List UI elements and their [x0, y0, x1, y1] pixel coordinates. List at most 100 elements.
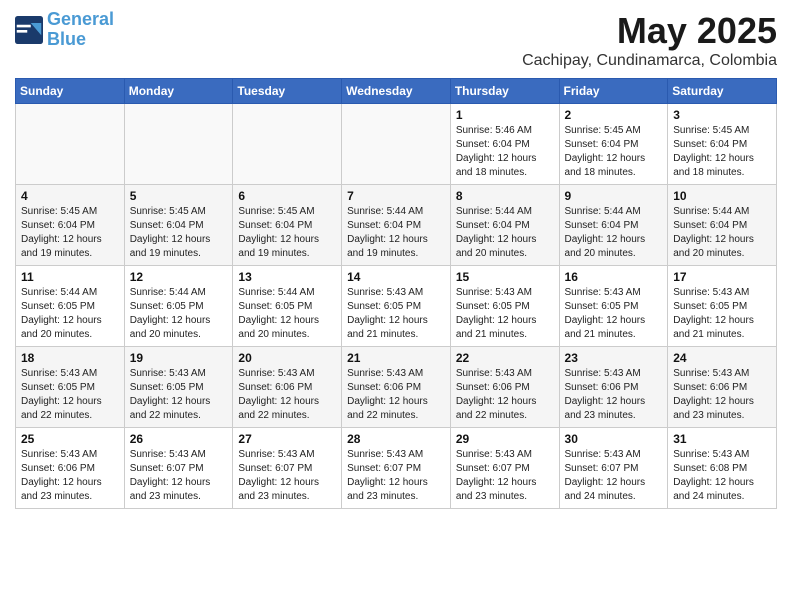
subtitle: Cachipay, Cundinamarca, Colombia	[522, 52, 777, 70]
day-info: Sunrise: 5:44 AM Sunset: 6:05 PM Dayligh…	[21, 286, 119, 342]
day-info: Sunrise: 5:43 AM Sunset: 6:05 PM Dayligh…	[347, 286, 445, 342]
calendar-cell: 23 Sunrise: 5:43 AM Sunset: 6:06 PM Dayli…	[559, 347, 668, 428]
day-number: 8	[456, 189, 554, 203]
day-number: 7	[347, 189, 445, 203]
day-info: Sunrise: 5:44 AM Sunset: 6:04 PM Dayligh…	[673, 205, 771, 261]
day-info: Sunrise: 5:43 AM Sunset: 6:06 PM Dayligh…	[673, 367, 771, 423]
calendar-cell: 15 Sunrise: 5:43 AM Sunset: 6:05 PM Dayli…	[450, 266, 559, 347]
day-info: Sunrise: 5:44 AM Sunset: 6:05 PM Dayligh…	[130, 286, 228, 342]
weekday-header-tuesday: Tuesday	[233, 79, 342, 104]
calendar-cell: 20 Sunrise: 5:43 AM Sunset: 6:06 PM Dayli…	[233, 347, 342, 428]
calendar-cell: 14 Sunrise: 5:43 AM Sunset: 6:05 PM Dayli…	[342, 266, 451, 347]
day-info: Sunrise: 5:43 AM Sunset: 6:05 PM Dayligh…	[456, 286, 554, 342]
calendar-cell: 26Sunrise: 5:43 AM Sunset: 6:07 PM Dayli…	[124, 428, 233, 509]
day-info: Sunrise: 5:44 AM Sunset: 6:04 PM Dayligh…	[565, 205, 663, 261]
day-number: 11	[21, 270, 119, 284]
calendar-cell: 21Sunrise: 5:43 AM Sunset: 6:06 PM Dayli…	[342, 347, 451, 428]
weekday-header-friday: Friday	[559, 79, 668, 104]
day-number: 24	[673, 351, 771, 365]
day-number: 23	[565, 351, 663, 365]
logo-icon	[15, 16, 43, 44]
calendar-cell: 2 Sunrise: 5:45 AM Sunset: 6:04 PM Daylig…	[559, 104, 668, 185]
day-info: Sunrise: 5:43 AM Sunset: 6:05 PM Dayligh…	[21, 367, 119, 423]
day-info: Sunrise: 5:43 AM Sunset: 6:07 PM Dayligh…	[238, 448, 336, 504]
calendar-cell: 1Sunrise: 5:46 AM Sunset: 6:04 PM Daylig…	[450, 104, 559, 185]
day-number: 26	[130, 432, 228, 446]
logo-text: General Blue	[47, 10, 114, 50]
day-number: 22	[456, 351, 554, 365]
day-info: Sunrise: 5:44 AM Sunset: 6:04 PM Dayligh…	[347, 205, 445, 261]
calendar-cell: 17Sunrise: 5:43 AM Sunset: 6:05 PM Dayli…	[668, 266, 777, 347]
calendar-cell: 6 Sunrise: 5:45 AM Sunset: 6:04 PM Daylig…	[233, 185, 342, 266]
calendar-cell: 11 Sunrise: 5:44 AM Sunset: 6:05 PM Dayli…	[16, 266, 125, 347]
day-number: 13	[238, 270, 336, 284]
day-number: 19	[130, 351, 228, 365]
day-info: Sunrise: 5:43 AM Sunset: 6:06 PM Dayligh…	[565, 367, 663, 423]
calendar-cell: 5Sunrise: 5:45 AM Sunset: 6:04 PM Daylig…	[124, 185, 233, 266]
weekday-header-saturday: Saturday	[668, 79, 777, 104]
calendar-cell	[124, 104, 233, 185]
calendar-cell: 28 Sunrise: 5:43 AM Sunset: 6:07 PM Dayli…	[342, 428, 451, 509]
day-info: Sunrise: 5:45 AM Sunset: 6:04 PM Dayligh…	[238, 205, 336, 261]
calendar-cell	[16, 104, 125, 185]
day-number: 6	[238, 189, 336, 203]
day-number: 3	[673, 108, 771, 122]
weekday-header-row: SundayMondayTuesdayWednesdayThursdayFrid…	[16, 79, 777, 104]
day-number: 18	[21, 351, 119, 365]
day-info: Sunrise: 5:43 AM Sunset: 6:05 PM Dayligh…	[130, 367, 228, 423]
calendar-cell: 7 Sunrise: 5:44 AM Sunset: 6:04 PM Daylig…	[342, 185, 451, 266]
day-number: 12	[130, 270, 228, 284]
calendar-cell: 25 Sunrise: 5:43 AM Sunset: 6:06 PM Dayli…	[16, 428, 125, 509]
calendar-week-row: 11 Sunrise: 5:44 AM Sunset: 6:05 PM Dayli…	[16, 266, 777, 347]
calendar-cell: 10 Sunrise: 5:44 AM Sunset: 6:04 PM Dayli…	[668, 185, 777, 266]
day-number: 30	[565, 432, 663, 446]
day-info: Sunrise: 5:45 AM Sunset: 6:04 PM Dayligh…	[21, 205, 119, 261]
day-info: Sunrise: 5:43 AM Sunset: 6:05 PM Dayligh…	[565, 286, 663, 342]
day-number: 17	[673, 270, 771, 284]
calendar-cell: 31Sunrise: 5:43 AM Sunset: 6:08 PM Dayli…	[668, 428, 777, 509]
calendar-week-row: 1Sunrise: 5:46 AM Sunset: 6:04 PM Daylig…	[16, 104, 777, 185]
day-info: Sunrise: 5:44 AM Sunset: 6:04 PM Dayligh…	[456, 205, 554, 261]
day-number: 2	[565, 108, 663, 122]
day-number: 15	[456, 270, 554, 284]
day-number: 28	[347, 432, 445, 446]
day-number: 14	[347, 270, 445, 284]
calendar-cell: 24 Sunrise: 5:43 AM Sunset: 6:06 PM Dayli…	[668, 347, 777, 428]
day-info: Sunrise: 5:45 AM Sunset: 6:04 PM Dayligh…	[130, 205, 228, 261]
day-number: 10	[673, 189, 771, 203]
logo-general: General	[47, 9, 114, 29]
day-info: Sunrise: 5:44 AM Sunset: 6:05 PM Dayligh…	[238, 286, 336, 342]
calendar-cell: 18 Sunrise: 5:43 AM Sunset: 6:05 PM Dayli…	[16, 347, 125, 428]
calendar-cell: 22Sunrise: 5:43 AM Sunset: 6:06 PM Dayli…	[450, 347, 559, 428]
day-info: Sunrise: 5:46 AM Sunset: 6:04 PM Dayligh…	[456, 124, 554, 180]
day-info: Sunrise: 5:43 AM Sunset: 6:06 PM Dayligh…	[238, 367, 336, 423]
calendar-cell: 3 Sunrise: 5:45 AM Sunset: 6:04 PM Daylig…	[668, 104, 777, 185]
day-number: 29	[456, 432, 554, 446]
calendar-cell: 27 Sunrise: 5:43 AM Sunset: 6:07 PM Dayli…	[233, 428, 342, 509]
day-info: Sunrise: 5:43 AM Sunset: 6:06 PM Dayligh…	[21, 448, 119, 504]
calendar-cell: 13 Sunrise: 5:44 AM Sunset: 6:05 PM Dayli…	[233, 266, 342, 347]
day-number: 21	[347, 351, 445, 365]
calendar-week-row: 4 Sunrise: 5:45 AM Sunset: 6:04 PM Daylig…	[16, 185, 777, 266]
page: General Blue May 2025 Cachipay, Cundinam…	[0, 0, 792, 612]
day-number: 31	[673, 432, 771, 446]
calendar-table: SundayMondayTuesdayWednesdayThursdayFrid…	[15, 78, 777, 509]
calendar-cell: 8 Sunrise: 5:44 AM Sunset: 6:04 PM Daylig…	[450, 185, 559, 266]
day-info: Sunrise: 5:45 AM Sunset: 6:04 PM Dayligh…	[565, 124, 663, 180]
calendar-cell: 9 Sunrise: 5:44 AM Sunset: 6:04 PM Daylig…	[559, 185, 668, 266]
day-number: 16	[565, 270, 663, 284]
day-info: Sunrise: 5:43 AM Sunset: 6:07 PM Dayligh…	[456, 448, 554, 504]
day-number: 9	[565, 189, 663, 203]
day-info: Sunrise: 5:45 AM Sunset: 6:04 PM Dayligh…	[673, 124, 771, 180]
calendar-cell: 30Sunrise: 5:43 AM Sunset: 6:07 PM Dayli…	[559, 428, 668, 509]
day-number: 27	[238, 432, 336, 446]
day-number: 4	[21, 189, 119, 203]
calendar-cell: 16 Sunrise: 5:43 AM Sunset: 6:05 PM Dayli…	[559, 266, 668, 347]
weekday-header-thursday: Thursday	[450, 79, 559, 104]
calendar-cell: 29 Sunrise: 5:43 AM Sunset: 6:07 PM Dayli…	[450, 428, 559, 509]
calendar-week-row: 25 Sunrise: 5:43 AM Sunset: 6:06 PM Dayli…	[16, 428, 777, 509]
day-number: 25	[21, 432, 119, 446]
day-number: 20	[238, 351, 336, 365]
weekday-header-sunday: Sunday	[16, 79, 125, 104]
day-info: Sunrise: 5:43 AM Sunset: 6:07 PM Dayligh…	[347, 448, 445, 504]
